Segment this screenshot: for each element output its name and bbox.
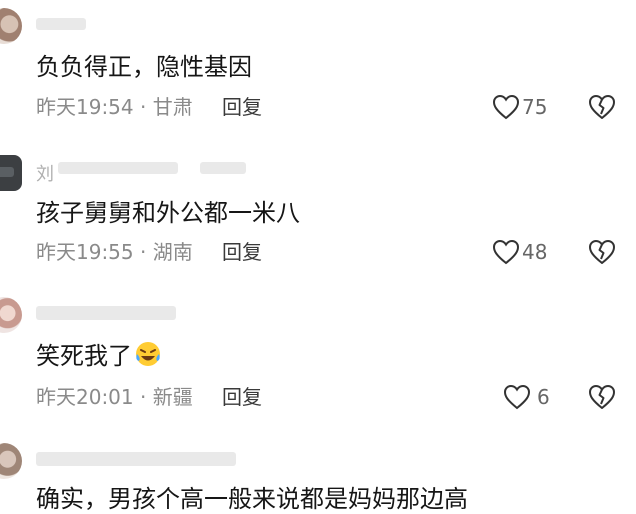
username-placeholder	[36, 306, 176, 320]
heart-outline-icon	[492, 239, 520, 265]
comment-location: 湖南	[152, 240, 193, 264]
username-placeholder	[36, 18, 86, 30]
meta-separator: ·	[133, 240, 153, 264]
meta-separator: ·	[133, 385, 153, 409]
like-count: 6	[537, 385, 550, 409]
comment-text-body: 笑死我了	[36, 342, 132, 370]
comment-text: 孩子舅舅和外公都一米八	[36, 199, 300, 227]
heart-outline-icon	[503, 384, 531, 410]
avatar[interactable]	[0, 443, 22, 479]
comment-time: 昨天20:01	[36, 385, 134, 409]
like-button[interactable]: 75	[492, 94, 547, 120]
comment-location: 新疆	[152, 385, 193, 409]
like-count: 75	[522, 95, 548, 119]
reply-button[interactable]: 回复	[222, 240, 262, 264]
comment-meta: 昨天20:01 · 新疆	[36, 385, 193, 409]
avatar[interactable]	[0, 8, 22, 44]
comment-location: 甘肃	[152, 95, 193, 119]
comment-meta: 昨天19:54 · 甘肃	[36, 95, 193, 119]
reply-button[interactable]: 回复	[222, 95, 262, 119]
username-placeholder	[200, 162, 246, 174]
like-button[interactable]: 6	[503, 384, 550, 410]
comment-text: 笑死我了	[36, 340, 162, 375]
comment-meta: 昨天19:55 · 湖南	[36, 240, 193, 264]
username-placeholder	[58, 162, 178, 174]
username[interactable]: 刘	[36, 160, 54, 186]
username-placeholder	[36, 452, 236, 466]
avatar[interactable]	[0, 297, 22, 333]
comment-text: 负负得正，隐性基因	[36, 53, 252, 81]
broken-heart-icon[interactable]	[588, 94, 616, 120]
meta-separator: ·	[133, 95, 153, 119]
laughing-tears-emoji-icon	[136, 342, 160, 366]
heart-outline-icon	[492, 94, 520, 120]
like-count: 48	[522, 240, 548, 264]
comment-time: 昨天19:54	[36, 95, 134, 119]
like-button[interactable]: 48	[492, 239, 547, 265]
broken-heart-icon[interactable]	[588, 384, 616, 410]
reply-button[interactable]: 回复	[222, 385, 262, 409]
comment-time: 昨天19:55	[36, 240, 134, 264]
broken-heart-icon[interactable]	[588, 239, 616, 265]
avatar[interactable]	[0, 155, 22, 191]
laughing-tears-emoji	[134, 340, 162, 375]
comment-text: 确实，男孩个高一般来说都是妈妈那边高	[36, 485, 468, 513]
